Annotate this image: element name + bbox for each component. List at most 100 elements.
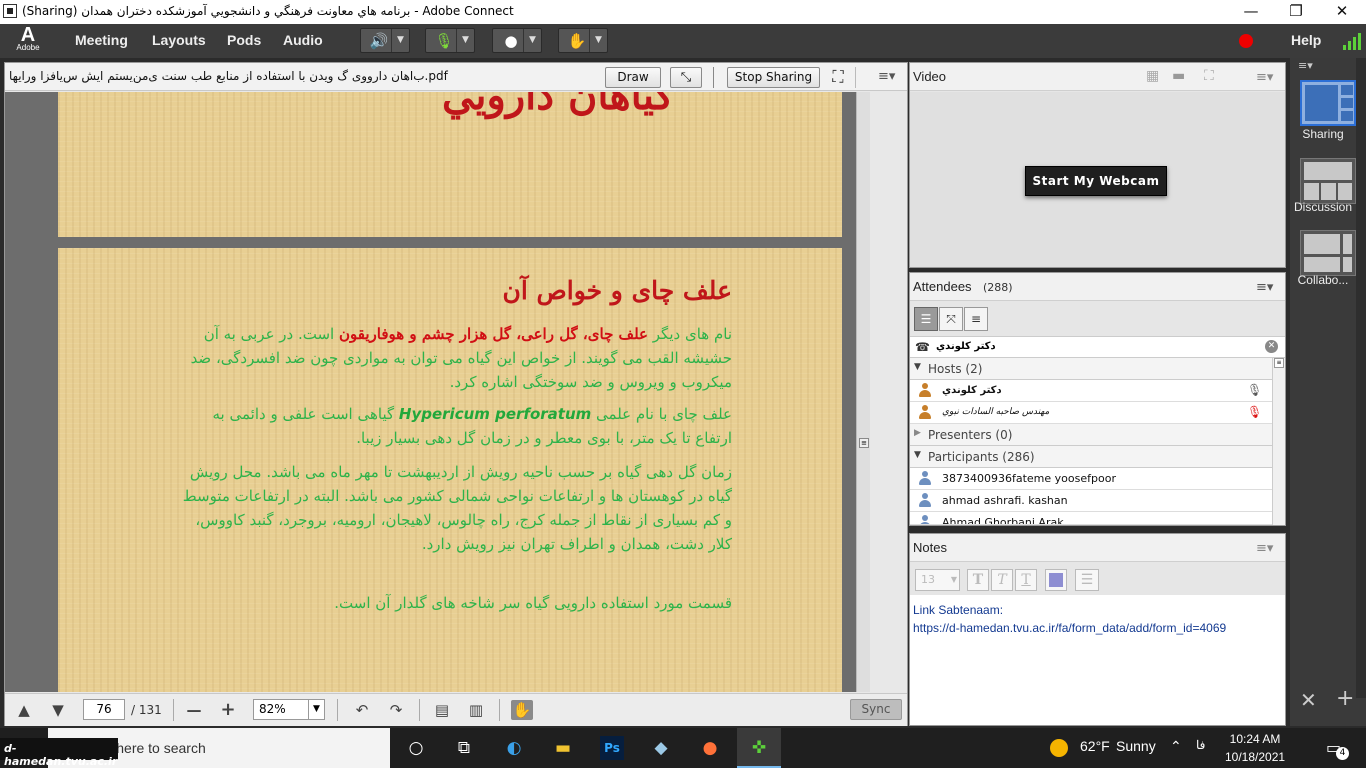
list-item[interactable]: ahmad ashrafi. kashan — [910, 490, 1272, 512]
hand-tool-icon[interactable]: ✋ — [511, 700, 533, 720]
layout-collaboration-label[interactable]: Collabo... — [1290, 273, 1356, 287]
expand-arrow-icon[interactable]: ▶ — [914, 428, 921, 438]
layout-discussion-label[interactable]: Discussion — [1290, 200, 1356, 214]
fullscreen-pointer-button[interactable]: ⤡ — [670, 67, 702, 88]
notes-line: Link Sabtenaam: — [913, 603, 1004, 617]
stop-sharing-button[interactable]: Stop Sharing — [727, 67, 820, 88]
fullscreen-icon[interactable]: ⛶ — [1204, 68, 1226, 86]
list-item[interactable]: 3873400936fateme yoosefpoor — [910, 468, 1272, 490]
layout-sharing-label[interactable]: Sharing — [1290, 127, 1356, 141]
divider — [713, 67, 714, 88]
layout-sharing-thumbnail[interactable] — [1300, 80, 1356, 126]
grid-view-icon[interactable]: ▦ — [1146, 68, 1168, 86]
edge-icon[interactable]: ◐ — [501, 736, 527, 760]
zoom-in-icon[interactable]: + — [217, 700, 239, 720]
chevron-up-icon[interactable]: ⌃ — [1170, 738, 1182, 755]
collapse-arrow-icon[interactable]: ▼ — [914, 362, 921, 372]
prev-page-arrow-icon[interactable]: ▲ — [13, 700, 35, 720]
next-page-arrow-icon[interactable]: ▼ — [47, 700, 69, 720]
clock-time[interactable]: 10:24 AM — [1225, 732, 1285, 746]
speaker-button[interactable]: 🔊 ▼ — [360, 28, 410, 53]
layouts-scrollbar[interactable] — [1356, 58, 1366, 698]
clock-date[interactable]: 10/18/2021 — [1225, 750, 1285, 764]
pod-menu-icon[interactable]: ≡▾ — [1256, 541, 1273, 556]
add-layout-icon[interactable]: + — [1336, 686, 1354, 711]
chevron-down-icon[interactable]: ▼ — [951, 570, 957, 590]
filmstrip-view-icon[interactable]: ▬ — [1172, 68, 1194, 86]
rotate-left-icon[interactable]: ↶ — [351, 700, 373, 720]
list-item[interactable]: Ahmad Ghorbani Arak — [910, 512, 1272, 525]
layout-collaboration-thumbnail[interactable] — [1300, 230, 1356, 276]
zoom-select[interactable]: 82% ▼ — [253, 699, 325, 720]
pod-menu-icon[interactable]: ≡▾ — [878, 69, 895, 84]
chevron-down-icon[interactable]: ▼ — [391, 29, 409, 52]
list-item[interactable]: دكتر كلوندي 🎙 — [910, 380, 1272, 402]
weather-temp[interactable]: 62°F — [1080, 738, 1110, 754]
menu-audio[interactable]: Audio — [283, 32, 323, 48]
document-view[interactable]: گياهان دارويي علف چای و خواص آن نام های … — [5, 92, 856, 692]
close-icon[interactable]: ✕ — [1265, 340, 1278, 353]
status-view-icon[interactable]: ≡ — [964, 307, 988, 331]
hosts-group[interactable]: ▼ Hosts (2) — [910, 358, 1272, 380]
menu-help[interactable]: Help — [1291, 32, 1321, 48]
document-scrollbar[interactable]: ≡ — [856, 92, 870, 692]
bullet-list-icon[interactable]: ☰ — [1075, 569, 1099, 591]
menu-layouts[interactable]: Layouts — [152, 32, 206, 48]
chevron-down-icon[interactable]: ▼ — [523, 29, 541, 52]
minimize-button[interactable]: — — [1228, 0, 1274, 24]
font-size-select[interactable]: 13 ▼ — [915, 569, 960, 591]
notes-link[interactable]: https://d-hamedan.tvu.ac.ir/fa/form_data… — [913, 619, 1282, 637]
chevron-down-icon[interactable]: ▼ — [308, 700, 324, 719]
text-color-icon[interactable] — [1045, 569, 1067, 591]
photoshop-icon[interactable]: Ps — [600, 736, 624, 760]
two-page-icon[interactable]: ▥ — [465, 700, 487, 720]
weather-text[interactable]: Sunny — [1116, 738, 1156, 754]
layout-discussion-thumbnail[interactable] — [1300, 158, 1356, 204]
breakout-view-icon[interactable]: ⤧ — [939, 307, 963, 331]
zoom-out-icon[interactable]: — — [183, 700, 205, 720]
page-number-input[interactable]: 76 — [83, 699, 125, 720]
pod-menu-icon[interactable]: ≡▾ — [1256, 280, 1273, 295]
scroll-thumb[interactable]: ≡ — [859, 438, 869, 448]
list-view-icon[interactable]: ☰ — [914, 307, 938, 331]
delete-layout-icon[interactable]: ✕ — [1300, 688, 1317, 712]
pod-menu-icon[interactable]: ≡▾ — [1256, 70, 1273, 85]
fullscreen-icon[interactable]: ⛶ — [828, 68, 848, 86]
presenters-group[interactable]: ▶ Presenters (0) — [910, 424, 1272, 446]
close-button[interactable]: ✕ — [1319, 0, 1365, 24]
file-explorer-icon[interactable]: ▬ — [550, 736, 576, 760]
start-webcam-button[interactable]: Start My Webcam — [1025, 166, 1167, 196]
raise-hand-button[interactable]: ✋ ▼ — [558, 28, 608, 53]
notes-content[interactable]: Link Sabtenaam: https://d-hamedan.tvu.ac… — [910, 595, 1285, 725]
chevron-down-icon[interactable]: ▼ — [589, 29, 607, 52]
menu-pods[interactable]: Pods — [227, 32, 261, 48]
single-page-icon[interactable]: ▤ — [431, 700, 453, 720]
collapse-arrow-icon[interactable]: ▼ — [914, 450, 921, 460]
recording-icon[interactable] — [1239, 34, 1253, 48]
attendee-name: 3873400936fateme yoosefpoor — [942, 472, 1116, 485]
rotate-right-icon[interactable]: ↷ — [385, 700, 407, 720]
scroll-thumb[interactable]: ≡ — [1274, 358, 1284, 368]
draw-button[interactable]: Draw — [605, 67, 661, 88]
menu-meeting[interactable]: Meeting — [75, 32, 128, 48]
list-item[interactable]: مهندس صاحبه السادات نبوي 🎙 — [910, 402, 1272, 424]
firefox-icon[interactable]: ● — [697, 736, 723, 760]
participants-group[interactable]: ▼ Participants (286) — [910, 446, 1272, 468]
cortana-icon[interactable]: ○ — [403, 736, 429, 760]
adobe-connect-task[interactable]: ✜ — [737, 728, 781, 768]
bold-icon[interactable]: T — [967, 569, 989, 591]
app-icon[interactable]: ◆ — [648, 736, 674, 760]
chevron-down-icon[interactable]: ▼ — [456, 29, 474, 52]
weather-sun-icon[interactable] — [1050, 739, 1068, 757]
layouts-menu-icon[interactable]: ≡▾ — [1298, 59, 1313, 72]
italic-icon[interactable]: T — [991, 569, 1013, 591]
underline-icon[interactable]: T — [1015, 569, 1037, 591]
language-indicator[interactable]: فا — [1196, 738, 1205, 752]
microphone-muted-icon: 🎙 — [1247, 405, 1263, 419]
attendees-scrollbar[interactable]: ≡ — [1272, 358, 1285, 525]
restore-button[interactable]: ❐ — [1273, 0, 1319, 24]
task-view-icon[interactable]: ⧉ — [451, 736, 477, 760]
microphone-button[interactable]: 🎙 ▼ — [425, 28, 475, 53]
sync-button[interactable]: Sync — [850, 699, 902, 720]
webcam-button[interactable]: ● ▼ — [492, 28, 542, 53]
